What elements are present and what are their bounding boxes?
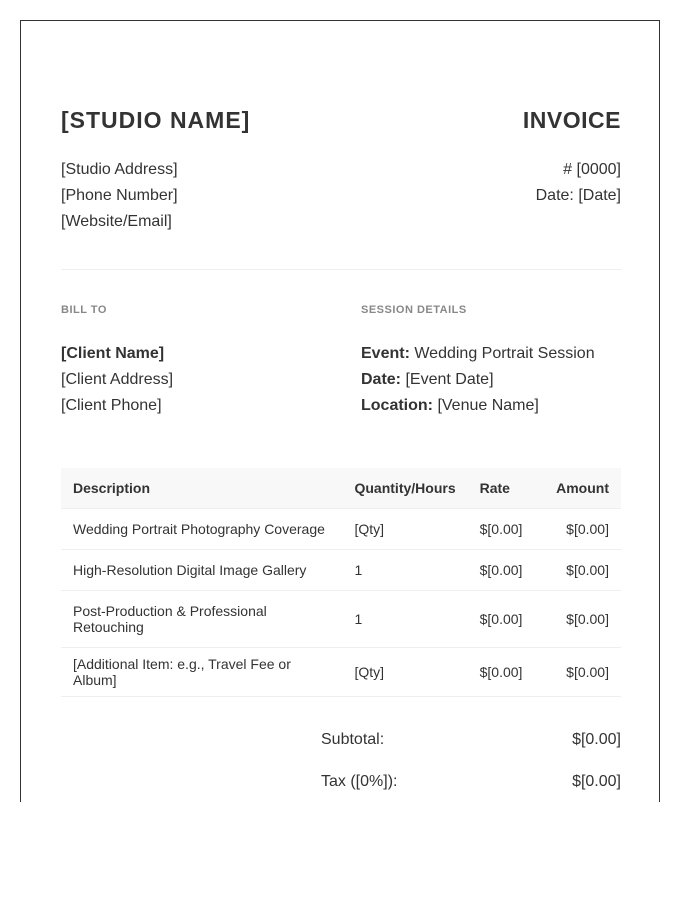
- session-date-key: Date:: [361, 371, 402, 388]
- row-quantity: 1: [342, 590, 468, 648]
- header-quantity: Quantity/Hours: [342, 468, 468, 509]
- header-amount: Amount: [544, 468, 621, 509]
- row-rate: $[0.00]: [467, 508, 545, 550]
- studio-info: [Studio Address] [Phone Number] [Website…: [61, 157, 178, 235]
- session-event-key: Event:: [361, 345, 410, 362]
- subtotal-value: $[0.00]: [572, 731, 621, 748]
- studio-phone: [Phone Number]: [61, 187, 178, 204]
- table-row: [Additional Item: e.g., Travel Fee or Al…: [61, 647, 621, 697]
- row-rate: $[0.00]: [467, 647, 545, 697]
- session-location-key: Location:: [361, 397, 433, 414]
- table-row: Post-Production & Professional Retouchin…: [61, 590, 621, 648]
- subtotal-row: Subtotal: $[0.00]: [321, 730, 621, 750]
- session-location-value: [Venue Name]: [433, 397, 539, 414]
- header-description: Description: [61, 468, 343, 509]
- header-rate: Rate: [467, 468, 545, 509]
- invoice-header: [STUDIO NAME] INVOICE: [61, 107, 621, 134]
- session-date: Date: [Event Date]: [361, 367, 621, 393]
- row-rate: $[0.00]: [467, 590, 545, 648]
- tax-row: Tax ([0%]): $[0.00]: [321, 772, 621, 792]
- row-amount: $[0.00]: [544, 647, 621, 697]
- row-rate: $[0.00]: [467, 549, 545, 591]
- row-amount: $[0.00]: [544, 590, 621, 648]
- row-description: High-Resolution Digital Image Gallery: [61, 549, 343, 591]
- bill-to-label: BILL TO: [61, 304, 107, 316]
- client-phone: [Client Phone]: [61, 397, 162, 414]
- tax-label: Tax ([0%]):: [321, 773, 398, 790]
- row-description: Post-Production & Professional Retouchin…: [61, 590, 343, 648]
- session-details-label: SESSION DETAILS: [361, 304, 467, 316]
- row-amount: $[0.00]: [544, 549, 621, 591]
- invoice-meta: # [0000] Date: [Date]: [536, 157, 621, 209]
- row-quantity: [Qty]: [342, 647, 468, 697]
- table-header-row: Description Quantity/Hours Rate Amount: [61, 468, 621, 509]
- session-location: Location: [Venue Name]: [361, 393, 621, 419]
- table-row: Wedding Portrait Photography Coverage [Q…: [61, 508, 621, 550]
- row-amount: $[0.00]: [544, 508, 621, 550]
- client-name: [Client Name]: [61, 345, 165, 362]
- invoice-number: # [0000]: [563, 161, 621, 178]
- table-row: High-Resolution Digital Image Gallery 1 …: [61, 549, 621, 591]
- invoice-page: [STUDIO NAME] INVOICE [Studio Address] […: [20, 20, 660, 802]
- invoice-title: INVOICE: [522, 107, 621, 133]
- studio-name: [STUDIO NAME]: [61, 107, 251, 133]
- row-description: [Additional Item: e.g., Travel Fee or Al…: [61, 647, 343, 697]
- session-event-value: Wedding Portrait Session: [409, 345, 595, 362]
- session-details-section: SESSION DETAILS Event: Wedding Portrait …: [361, 303, 621, 419]
- studio-web: [Website/Email]: [61, 213, 172, 230]
- tax-value: $[0.00]: [572, 773, 621, 790]
- subtotal-label: Subtotal:: [321, 731, 385, 748]
- session-date-value: [Event Date]: [401, 371, 494, 388]
- client-address: [Client Address]: [61, 371, 174, 388]
- line-items-table: Description Quantity/Hours Rate Amount W…: [61, 468, 621, 697]
- session-event: Event: Wedding Portrait Session: [361, 341, 621, 367]
- header-divider: [61, 269, 621, 270]
- invoice-date: Date: [Date]: [535, 187, 621, 204]
- row-quantity: [Qty]: [342, 508, 468, 550]
- studio-address: [Studio Address]: [61, 161, 178, 178]
- row-quantity: 1: [342, 549, 468, 591]
- bill-to-section: BILL TO [Client Name] [Client Address] […: [61, 303, 351, 419]
- row-description: Wedding Portrait Photography Coverage: [61, 508, 343, 550]
